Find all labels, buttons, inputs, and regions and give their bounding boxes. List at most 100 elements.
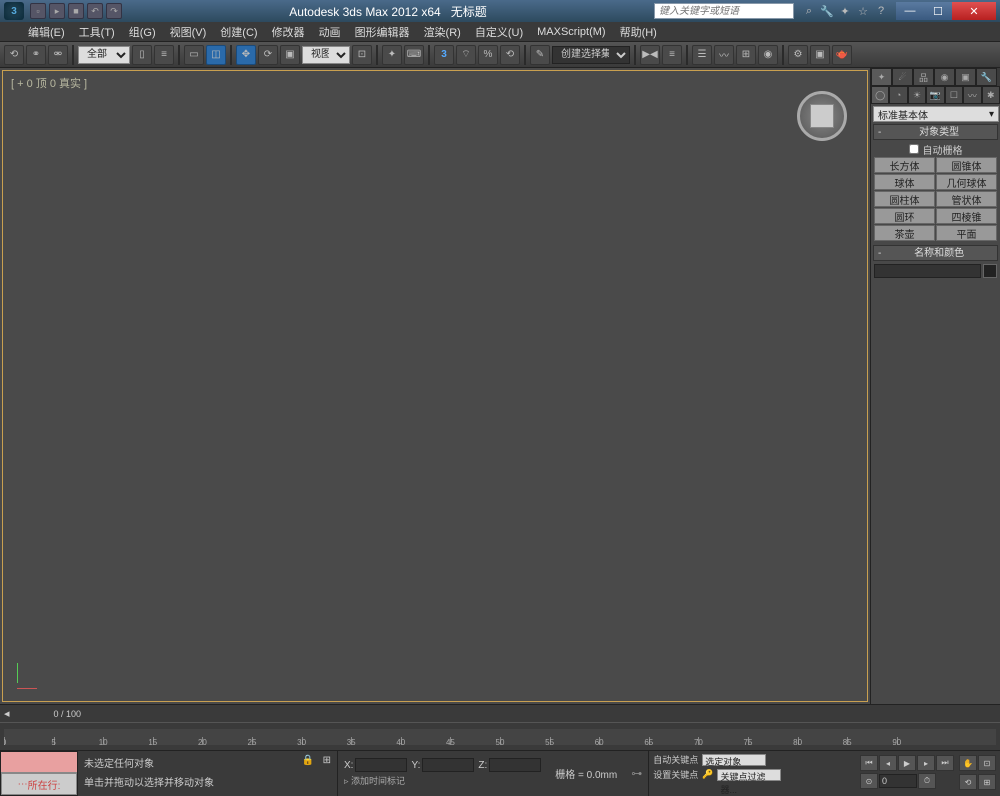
select-name-icon[interactable]: ≡ bbox=[154, 45, 174, 65]
spinner-snap-icon[interactable]: ⟲ bbox=[500, 45, 520, 65]
named-sets-dropdown[interactable]: 创建选择集 bbox=[552, 46, 630, 64]
select-move-icon[interactable]: ✥ bbox=[236, 45, 256, 65]
max-viewport-icon[interactable]: ⊞ bbox=[978, 774, 996, 790]
render-setup-icon[interactable]: ⚙ bbox=[788, 45, 808, 65]
space-warps-tab-icon[interactable]: 〰 bbox=[963, 86, 981, 104]
angle-snap-icon[interactable]: ⌔ bbox=[456, 45, 476, 65]
window-crossing-icon[interactable]: ◫ bbox=[206, 45, 226, 65]
lights-tab-icon[interactable]: ☀ bbox=[908, 86, 926, 104]
keyboard-icon[interactable]: ⌨ bbox=[404, 45, 424, 65]
comm-icon[interactable]: ✦ bbox=[838, 4, 852, 18]
search-icon[interactable]: ⌕ bbox=[802, 4, 816, 18]
curve-editor-icon[interactable]: 〰 bbox=[714, 45, 734, 65]
select-scale-icon[interactable]: ▣ bbox=[280, 45, 300, 65]
menu-tools[interactable]: 工具(T) bbox=[79, 24, 115, 40]
pyramid-button[interactable]: 四棱锥 bbox=[936, 208, 997, 224]
align-icon[interactable]: ≡ bbox=[662, 45, 682, 65]
display-tab-icon[interactable]: ▣ bbox=[955, 68, 976, 86]
key-lock-icon[interactable]: ⊶ bbox=[625, 751, 648, 796]
menu-create[interactable]: 创建(C) bbox=[220, 24, 257, 40]
layers-icon[interactable]: ☰ bbox=[692, 45, 712, 65]
key-mode-icon[interactable]: ⊙ bbox=[860, 773, 878, 789]
prev-key-icon[interactable]: ◂ bbox=[0, 707, 14, 720]
play-icon[interactable]: ▶ bbox=[898, 755, 916, 771]
track-bar[interactable]: 051015202530354045505560657075808590 bbox=[0, 722, 1000, 750]
unlink-icon[interactable]: ⚮ bbox=[48, 45, 68, 65]
key-icon[interactable]: 🔧 bbox=[820, 4, 834, 18]
pan-icon[interactable]: ✋ bbox=[959, 755, 977, 771]
menu-help[interactable]: 帮助(H) bbox=[620, 24, 657, 40]
geosphere-button[interactable]: 几何球体 bbox=[936, 174, 997, 190]
open-icon[interactable]: ▸ bbox=[49, 3, 65, 19]
frame-number-input[interactable] bbox=[879, 774, 917, 788]
goto-end-icon[interactable]: ⏭ bbox=[936, 755, 954, 771]
box-button[interactable]: 长方体 bbox=[874, 157, 935, 173]
schematic-icon[interactable]: ⊞ bbox=[736, 45, 756, 65]
menu-rendering[interactable]: 渲染(R) bbox=[424, 24, 461, 40]
time-ruler[interactable]: 051015202530354045505560657075808590 bbox=[4, 729, 996, 745]
use-center-icon[interactable]: ⊡ bbox=[352, 45, 372, 65]
viewport[interactable]: [ + 0 顶 0 真实 ] bbox=[2, 70, 868, 702]
shapes-tab-icon[interactable]: ◔ bbox=[889, 86, 907, 104]
auto-grid-checkbox[interactable]: 自动栅格 bbox=[871, 141, 1000, 157]
menu-maxscript[interactable]: MAXScript(M) bbox=[537, 26, 605, 38]
app-logo[interactable]: 3 bbox=[4, 2, 24, 20]
render-icon[interactable]: 🫖 bbox=[832, 45, 852, 65]
goto-start-icon[interactable]: ⏮ bbox=[860, 755, 878, 771]
viewport-label[interactable]: [ + 0 顶 0 真实 ] bbox=[11, 75, 87, 91]
systems-tab-icon[interactable]: ✱ bbox=[982, 86, 1000, 104]
selection-filter-dropdown[interactable]: 全部 bbox=[78, 46, 130, 64]
create-tab-icon[interactable]: ✦ bbox=[871, 68, 892, 86]
menu-views[interactable]: 视图(V) bbox=[170, 24, 207, 40]
lock-icon[interactable]: 🔒 ⊞ bbox=[302, 755, 331, 770]
menu-modifiers[interactable]: 修改器 bbox=[272, 24, 305, 40]
maxscript-listener[interactable]: ⋯ 所在行: bbox=[0, 751, 78, 796]
manipulate-icon[interactable]: ✦ bbox=[382, 45, 402, 65]
cone-button[interactable]: 圆锥体 bbox=[936, 157, 997, 173]
next-frame-icon[interactable]: ▸ bbox=[917, 755, 935, 771]
cameras-tab-icon[interactable]: 📷 bbox=[926, 86, 944, 104]
menu-group[interactable]: 组(G) bbox=[129, 24, 156, 40]
teapot-button[interactable]: 茶壶 bbox=[874, 225, 935, 241]
key-target-dropdown[interactable]: 选定对象 bbox=[702, 754, 766, 766]
key-filter-button[interactable]: 关键点过滤器... bbox=[717, 769, 781, 781]
object-type-rollout[interactable]: -对象类型 bbox=[873, 124, 998, 140]
sphere-button[interactable]: 球体 bbox=[874, 174, 935, 190]
undo-link-icon[interactable]: ⟲ bbox=[4, 45, 24, 65]
select-object-icon[interactable]: ▯ bbox=[132, 45, 152, 65]
redo-icon[interactable]: ↷ bbox=[106, 3, 122, 19]
menu-customize[interactable]: 自定义(U) bbox=[475, 24, 523, 40]
link-icon[interactable]: ⚭ bbox=[26, 45, 46, 65]
menu-animation[interactable]: 动画 bbox=[319, 24, 341, 40]
help-icon[interactable]: ? bbox=[874, 4, 888, 18]
helpers-tab-icon[interactable]: ☐ bbox=[945, 86, 963, 104]
maximize-button[interactable]: ☐ bbox=[924, 2, 952, 20]
cylinder-button[interactable]: 圆柱体 bbox=[874, 191, 935, 207]
autokey-button[interactable]: 自动关键点 bbox=[653, 753, 698, 766]
category-dropdown[interactable]: 标准基本体▾ bbox=[873, 106, 999, 122]
viewcube[interactable] bbox=[797, 91, 847, 141]
torus-button[interactable]: 圆环 bbox=[874, 208, 935, 224]
snap-toggle-icon[interactable]: 3 bbox=[434, 45, 454, 65]
minimize-button[interactable]: — bbox=[896, 2, 924, 20]
undo-icon[interactable]: ↶ bbox=[87, 3, 103, 19]
modify-tab-icon[interactable]: ☄ bbox=[892, 68, 913, 86]
material-editor-icon[interactable]: ◉ bbox=[758, 45, 778, 65]
percent-snap-icon[interactable]: % bbox=[478, 45, 498, 65]
select-rect-icon[interactable]: ▭ bbox=[184, 45, 204, 65]
zoom-ext-icon[interactable]: ⊡ bbox=[978, 755, 996, 771]
close-button[interactable]: ✕ bbox=[952, 2, 996, 20]
hierarchy-tab-icon[interactable]: 品 bbox=[913, 68, 934, 86]
edit-named-icon[interactable]: ✎ bbox=[530, 45, 550, 65]
save-icon[interactable]: ■ bbox=[68, 3, 84, 19]
name-color-rollout[interactable]: -名称和颜色 bbox=[873, 245, 998, 261]
menu-graph-editors[interactable]: 图形编辑器 bbox=[355, 24, 410, 40]
menu-edit[interactable]: 编辑(E) bbox=[28, 24, 65, 40]
mirror-icon[interactable]: ▶◀ bbox=[640, 45, 660, 65]
object-name-input[interactable] bbox=[874, 264, 981, 278]
object-color-swatch[interactable] bbox=[983, 264, 997, 278]
star-icon[interactable]: ☆ bbox=[856, 4, 870, 18]
help-search-input[interactable] bbox=[654, 3, 794, 19]
time-tag-button[interactable]: ▹ 添加时间标记 bbox=[338, 772, 547, 789]
prev-frame-icon[interactable]: ◂ bbox=[879, 755, 897, 771]
